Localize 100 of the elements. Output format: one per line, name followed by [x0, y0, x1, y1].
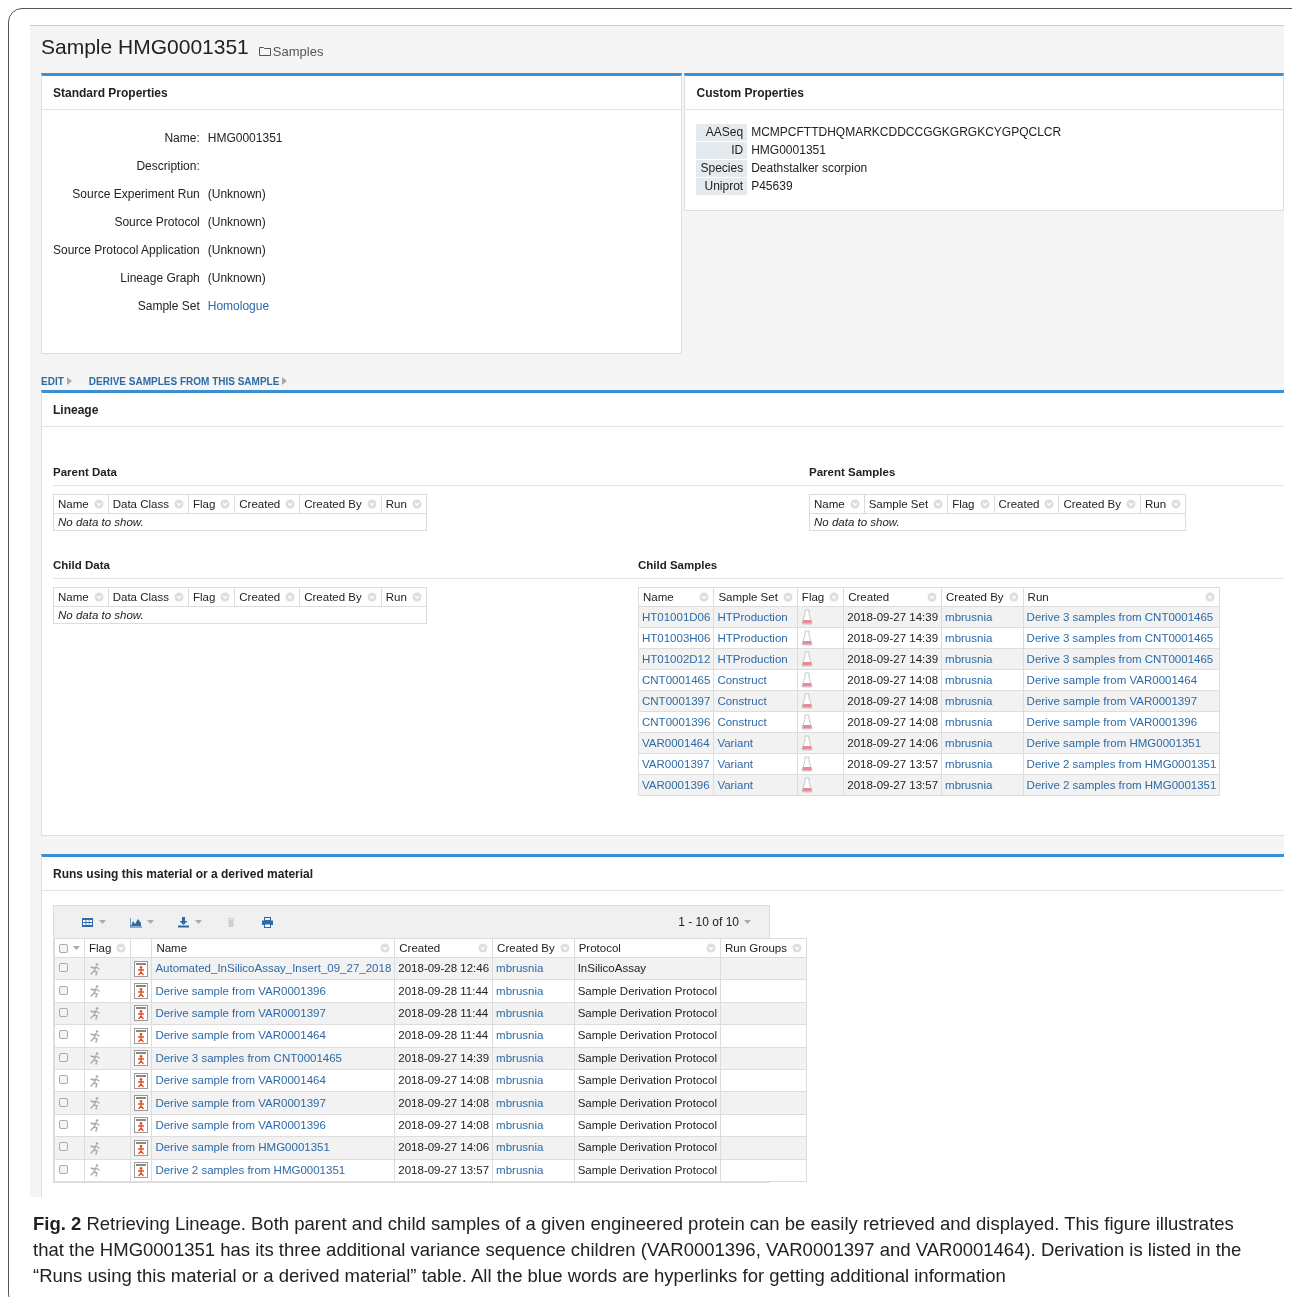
sort-icon — [1171, 499, 1182, 509]
row-checkbox[interactable] — [59, 963, 68, 973]
column-header[interactable]: Created By — [299, 587, 382, 607]
row-checkbox[interactable] — [59, 1030, 68, 1040]
column-header[interactable]: Flag — [84, 938, 131, 958]
column-header[interactable]: Run — [1023, 587, 1220, 607]
column-header[interactable]: Created — [394, 938, 493, 958]
field-value: (Unknown) — [207, 214, 267, 230]
column-header[interactable]: Protocol — [574, 938, 721, 958]
property-value: Deathstalker scorpion — [750, 160, 869, 177]
column-header[interactable]: Flag — [188, 587, 235, 607]
field-label: Lineage Graph — [119, 270, 200, 286]
action-link[interactable]: DERIVE SAMPLES FROM THIS SAMPLE — [88, 373, 288, 389]
column-header[interactable]: Sample Set — [713, 587, 798, 607]
column-header[interactable]: Data Class — [108, 494, 189, 514]
run-icon — [134, 1095, 149, 1112]
section-title: Child Samples — [638, 557, 1284, 579]
property-label: ID — [696, 142, 748, 159]
field-label: Source Experiment Run — [71, 186, 200, 202]
row-checkbox[interactable] — [59, 1119, 68, 1129]
column-header[interactable]: Flag — [947, 494, 994, 514]
column-header[interactable]: Flag — [797, 587, 844, 607]
flask-icon — [800, 630, 813, 646]
table-cell: 2018-09-28 11:44 — [398, 1029, 489, 1042]
field-label: Source Protocol — [113, 214, 200, 230]
sort-icon — [478, 943, 489, 953]
panel-title: Runs using this material or a derived material — [42, 857, 1284, 891]
sort-icon — [411, 499, 422, 509]
run-icon — [134, 1027, 149, 1044]
column-header[interactable]: Created By — [1058, 494, 1141, 514]
sort-icon — [116, 943, 127, 953]
flask-icon — [800, 672, 813, 688]
column-header[interactable]: Created — [234, 494, 300, 514]
property-value: HMG0001351 — [750, 142, 827, 159]
table-cell: 2018-09-27 14:39 — [847, 610, 939, 623]
running-figure-icon — [88, 1006, 102, 1021]
action-link[interactable]: EDIT — [41, 373, 72, 389]
toolbar-button[interactable] — [178, 916, 202, 928]
column-header[interactable]: Flag — [188, 494, 235, 514]
field-value: HMG0001351 — [207, 130, 284, 146]
column-header[interactable]: Created By — [492, 938, 575, 958]
empty-message: No data to show. — [58, 608, 144, 621]
column-header[interactable]: Run Groups — [720, 938, 807, 958]
toolbar-button[interactable] — [82, 916, 106, 928]
empty-message: No data to show. — [814, 515, 900, 528]
table-cell: Sample Derivation Protocol — [577, 1096, 717, 1109]
select-all-checkbox[interactable] — [59, 943, 68, 953]
column-header[interactable]: Name — [53, 494, 109, 514]
flask-icon — [800, 756, 813, 772]
sort-icon — [1125, 499, 1136, 509]
field-link[interactable]: Homologue — [207, 298, 682, 314]
table-cell: 2018-09-27 14:39 — [847, 652, 939, 665]
sort-icon — [285, 499, 296, 509]
table-cell: 2018-09-27 13:57 — [398, 1163, 490, 1176]
sort-icon — [411, 592, 422, 602]
sort-icon — [220, 592, 231, 602]
row-checkbox[interactable] — [59, 1052, 68, 1062]
sort-icon — [1044, 499, 1055, 509]
running-figure-icon — [88, 984, 102, 999]
row-checkbox[interactable] — [59, 1164, 68, 1174]
column-header[interactable]: Data Class — [108, 587, 189, 607]
table-cell: Sample Derivation Protocol — [577, 1029, 717, 1042]
column-header[interactable]: Name — [638, 587, 714, 607]
column-header[interactable]: Name — [151, 938, 395, 958]
empty-message: No data to show. — [58, 515, 144, 528]
running-figure-icon — [88, 1096, 102, 1111]
row-checkbox[interactable] — [59, 1142, 68, 1152]
run-icon — [134, 1072, 149, 1089]
row-checkbox[interactable] — [59, 985, 68, 995]
row-checkbox[interactable] — [59, 1075, 68, 1085]
grid-icon — [82, 916, 94, 928]
column-header[interactable]: Sample Set — [864, 494, 948, 514]
column-header[interactable]: Name — [53, 587, 109, 607]
column-header[interactable]: Created — [843, 587, 942, 607]
column-header[interactable]: Name — [809, 494, 865, 514]
run-icon — [134, 1117, 149, 1134]
column-header[interactable]: Run — [381, 494, 427, 514]
column-header[interactable]: Run — [1140, 494, 1186, 514]
flask-icon — [800, 777, 813, 793]
toolbar-button[interactable] — [262, 916, 274, 928]
sort-icon — [933, 499, 944, 509]
row-checkbox[interactable] — [59, 1007, 68, 1017]
figure-caption: Fig. 2 Retrieving Lineage. Both parent and child samples of a given engineered protein can be easily retrieved and displayed. This figure illustrates that the HMG0001351 has its three additional variance sequence children (VAR0001396, VAR0001397 and VAR0001464). Derivation is listed in the “Runs using this material or a derived material” table. All the blue words are hyperlinks for getting additional information — [32, 1212, 1243, 1288]
table-cell: 2018-09-28 11:44 — [398, 1006, 489, 1019]
table-cell: Sample Derivation Protocol — [577, 1051, 717, 1064]
breadcrumb-link[interactable]: Samples — [258, 41, 324, 62]
toolbar-button[interactable] — [130, 916, 154, 928]
property-label: AASeq — [696, 124, 748, 141]
table-cell: 2018-09-27 14:08 — [398, 1074, 490, 1087]
pagination-button[interactable]: 1 - 10 of 10 — [678, 913, 751, 931]
panel-title: Lineage — [42, 393, 1284, 427]
column-header[interactable]: Created — [234, 587, 300, 607]
column-header[interactable]: Created By — [941, 587, 1024, 607]
column-header[interactable]: Created By — [299, 494, 382, 514]
property-label: Uniprot — [696, 178, 748, 195]
table-cell: Sample Derivation Protocol — [577, 1074, 717, 1087]
column-header[interactable]: Run — [381, 587, 427, 607]
column-header[interactable]: Created — [994, 494, 1059, 514]
row-checkbox[interactable] — [59, 1097, 68, 1107]
field-value: (Unknown) — [207, 242, 267, 258]
